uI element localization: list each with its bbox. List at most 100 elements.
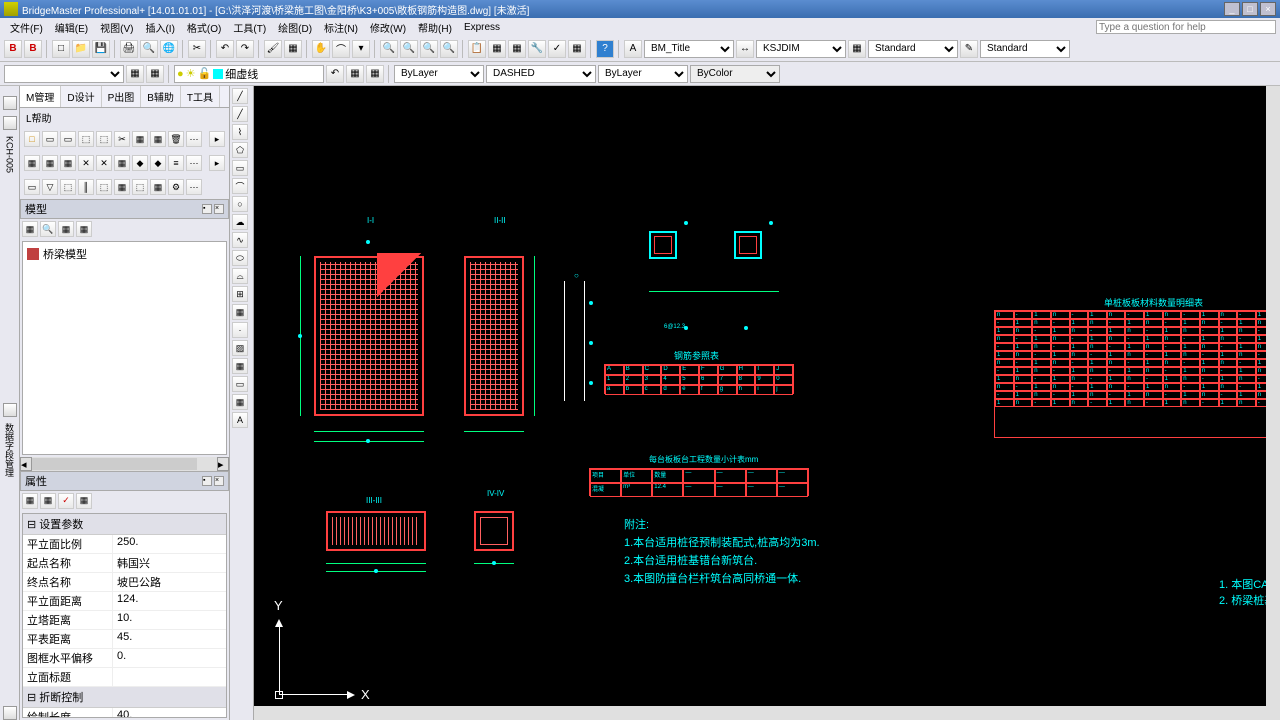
fl-btn-4[interactable] [3,706,17,720]
table-style-select[interactable]: Standard [868,40,958,58]
prop-val[interactable]: 坡巴公路 [113,573,226,591]
tb26[interactable]: ▦ [114,179,130,195]
open-button[interactable]: 📁 [72,40,90,58]
tb2[interactable]: ▭ [42,131,58,147]
tb1[interactable]: □ [24,131,40,147]
tb29[interactable]: ⚙ [168,179,184,195]
mt1[interactable]: ▦ [22,221,38,237]
menu-draw[interactable]: 绘图(D) [272,20,318,35]
tb24[interactable]: ║ [78,179,94,195]
menu-modify[interactable]: 修改(W) [364,20,412,35]
object-select[interactable] [4,65,124,83]
pt3[interactable]: ✓ [58,493,74,509]
canvas-vscroll[interactable] [1266,86,1280,706]
table-style-icon[interactable]: ▦ [848,40,866,58]
zoom-prev-button[interactable]: 🔍 [440,40,458,58]
tab-output[interactable]: P出图 [102,86,142,107]
prop-row[interactable]: 立塔距离10. [23,611,226,630]
layer-iso-button[interactable]: ▦ [346,65,364,83]
xline-tool[interactable]: ╱ [232,106,248,122]
mt3[interactable]: ▦ [58,221,74,237]
zoom-ext-button[interactable]: 🔍 [420,40,438,58]
gradient-tool[interactable]: ▦ [232,358,248,374]
tb16[interactable]: ▦ [114,155,130,171]
fl-btn-1[interactable] [3,96,17,110]
matchprop-button[interactable]: 🖌 [264,40,282,58]
tb8[interactable]: ▦ [150,131,166,147]
tb18[interactable]: ◆ [150,155,166,171]
model-tree[interactable]: 桥梁模型 [22,241,227,455]
tree-root[interactable]: 桥梁模型 [27,246,222,262]
prop-row[interactable]: 图框水平偏移0. [23,649,226,668]
line-tool[interactable]: ╱ [232,88,248,104]
tb4[interactable]: ⬚ [78,131,94,147]
dim-style-icon[interactable]: ↔ [736,40,754,58]
redo-button[interactable]: ↷ [236,40,254,58]
block-button[interactable]: ▦ [284,40,302,58]
tb25[interactable]: ⬚ [96,179,112,195]
point-tool[interactable]: · [232,322,248,338]
props-button[interactable]: 📋 [468,40,486,58]
mls-style-icon[interactable]: ✎ [960,40,978,58]
menu-dim[interactable]: 标注(N) [318,20,364,35]
tb22[interactable]: ▽ [42,179,58,195]
lineweight-select[interactable]: ByLayer [598,65,688,83]
save-button[interactable]: 💾 [92,40,110,58]
drawing-canvas[interactable]: I-I II-II ○ [254,86,1280,720]
dropdown-icon[interactable]: ▾ [352,40,370,58]
tb21[interactable]: ▭ [24,179,40,195]
publish-button[interactable]: 🌐 [160,40,178,58]
insert-tool[interactable]: ⊞ [232,286,248,302]
tb5[interactable]: ⬚ [96,131,112,147]
design-button[interactable]: ▦ [488,40,506,58]
prop-row[interactable]: 绘制长度40. [23,708,226,719]
tb-more-2[interactable]: ▸ [209,155,225,171]
minimize-button[interactable]: _ [1224,2,1240,16]
arc-button[interactable]: ⌒ [332,40,350,58]
pin-icon[interactable]: ▪ [202,204,212,214]
prop-val[interactable]: 124. [113,592,226,610]
layer-dropdown[interactable]: ● ☀ 🔓 细虚线 [174,65,324,83]
polygon-tool[interactable]: ⬠ [232,142,248,158]
tb20[interactable]: ⋯ [186,155,202,171]
pt1[interactable]: ▦ [22,493,38,509]
preview-button[interactable]: 🔍 [140,40,158,58]
menu-tools[interactable]: 工具(T) [227,20,272,35]
plotstyle-select[interactable]: ByColor [690,65,780,83]
menu-express[interactable]: Express [458,22,506,33]
cut-button[interactable]: ✂ [188,40,206,58]
canvas-hscroll[interactable] [254,706,1280,720]
new-button[interactable]: □ [52,40,70,58]
pline-tool[interactable]: ⌇ [232,124,248,140]
tb11[interactable]: ▦ [24,155,40,171]
region-tool[interactable]: ▭ [232,376,248,392]
text-style-select[interactable]: BM_Title [644,40,734,58]
pan-button[interactable]: ✋ [312,40,330,58]
text-style-icon[interactable]: A [624,40,642,58]
tb13[interactable]: ▦ [60,155,76,171]
prop-group-header[interactable]: ⊟ 设置参数 [23,514,226,535]
menu-format[interactable]: 格式(O) [181,20,227,35]
table-tool[interactable]: ▦ [232,394,248,410]
fl-btn-2[interactable] [3,116,17,130]
tb-more-1[interactable]: ▸ [209,131,225,147]
layer-manager-button[interactable]: ▦ [126,65,144,83]
prop-val[interactable]: 45. [113,630,226,648]
close-panel-icon[interactable]: × [214,204,224,214]
ellipsearc-tool[interactable]: ⌓ [232,268,248,284]
tb7[interactable]: ▦ [132,131,148,147]
prop-val[interactable]: 0. [113,649,226,667]
help-button[interactable]: ? [596,40,614,58]
hatch-tool[interactable]: ▨ [232,340,248,356]
print-button[interactable]: 🖨 [120,40,138,58]
fl-btn-3[interactable] [3,403,17,417]
prop-row[interactable]: 起点名称韩国兴 [23,554,226,573]
tb12[interactable]: ▦ [42,155,58,171]
linetype-select[interactable]: DASHED [486,65,596,83]
zoom-win-button[interactable]: 🔍 [400,40,418,58]
prop-row[interactable]: 立面标题 [23,668,226,687]
prop-row[interactable]: 平立面距离124. [23,592,226,611]
block-tool[interactable]: ▦ [232,304,248,320]
prop-val[interactable] [113,668,226,686]
zoom-rt-button[interactable]: 🔍 [380,40,398,58]
